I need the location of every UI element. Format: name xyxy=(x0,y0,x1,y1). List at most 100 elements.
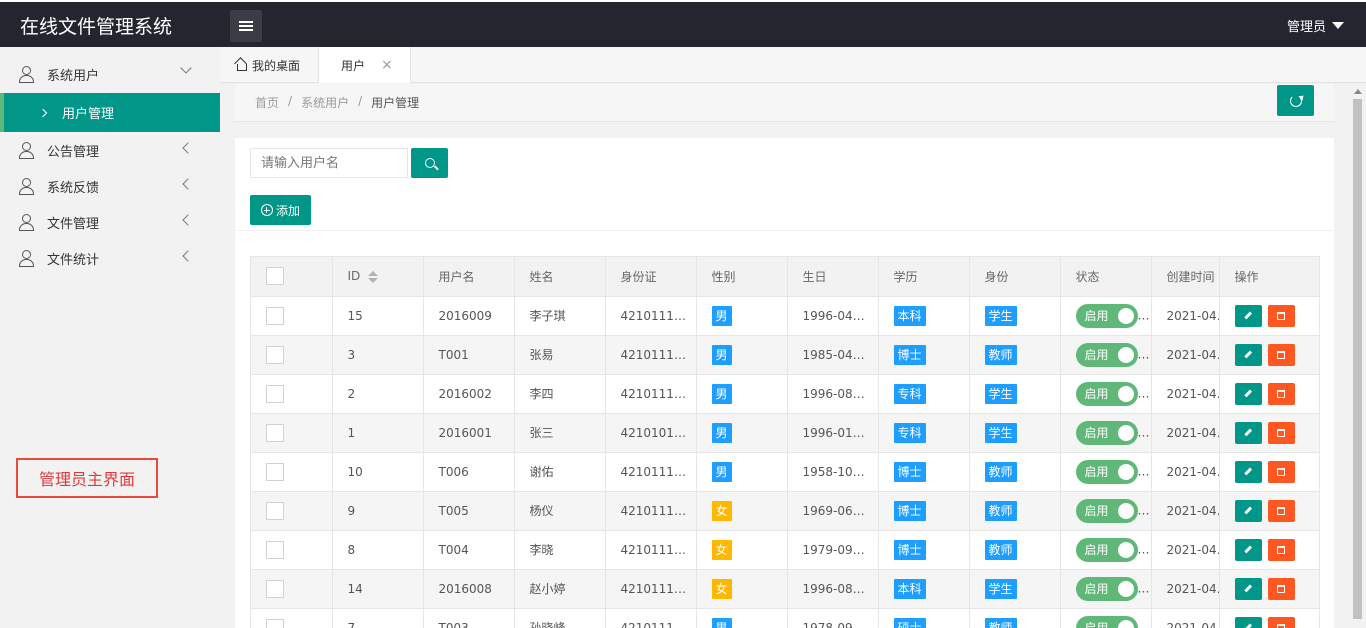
education-badge: 专科 xyxy=(893,422,926,443)
search-button[interactable] xyxy=(411,148,448,178)
column-header-id[interactable]: ID xyxy=(332,257,424,297)
status-toggle[interactable]: 启用 xyxy=(1075,576,1138,601)
sidebar-item-file-management[interactable]: 文件管理 xyxy=(0,204,220,240)
cell-username: T005 xyxy=(423,491,515,531)
sidebar-item-system-users[interactable]: 系统用户 xyxy=(0,55,220,93)
select-cell xyxy=(251,413,333,453)
close-icon[interactable]: × xyxy=(381,57,393,73)
gender-badge: 男 xyxy=(711,461,732,482)
sort-icon[interactable] xyxy=(368,270,379,283)
delete-button[interactable] xyxy=(1267,538,1295,561)
row-checkbox[interactable] xyxy=(266,501,284,520)
edit-button[interactable] xyxy=(1234,577,1262,600)
status-toggle[interactable]: 启用 xyxy=(1075,420,1138,445)
delete-button[interactable] xyxy=(1267,460,1295,483)
search-input[interactable] xyxy=(250,148,408,178)
page-scrollbar[interactable] xyxy=(1350,84,1366,628)
pencil-icon xyxy=(1244,584,1252,593)
row-checkbox[interactable] xyxy=(266,345,284,364)
table-row: 2 2016002 李四 4210111… 男 1996-08… 专科 学生 启用 … 2021-0… xyxy=(251,374,1319,414)
select-cell xyxy=(251,296,333,336)
delete-button[interactable] xyxy=(1267,616,1295,628)
role-badge: 学生 xyxy=(984,422,1017,443)
select-all-checkbox[interactable] xyxy=(266,267,284,286)
row-checkbox[interactable] xyxy=(266,579,284,598)
role-badge: 教师 xyxy=(984,461,1017,482)
chevron-right-icon xyxy=(38,108,48,117)
cell-gender: 男 xyxy=(696,374,788,414)
status-toggle[interactable]: 启用 xyxy=(1075,459,1138,484)
refresh-button[interactable] xyxy=(1277,85,1314,116)
pencil-icon xyxy=(1244,623,1252,628)
tab-label: 我的桌面 xyxy=(252,58,301,73)
menu-toggle-button[interactable] xyxy=(230,10,262,42)
edit-button[interactable] xyxy=(1234,538,1262,561)
row-checkbox[interactable] xyxy=(266,462,284,481)
breadcrumb-system-users[interactable]: 系统用户 xyxy=(301,94,349,111)
cell-actions xyxy=(1219,452,1319,492)
delete-button[interactable] xyxy=(1267,421,1295,444)
cell-idcard: 4210111… xyxy=(605,569,697,609)
breadcrumb-current: 用户管理 xyxy=(371,96,420,110)
scroll-up-arrow-icon[interactable] xyxy=(1354,89,1362,94)
select-cell xyxy=(251,569,333,609)
trash-icon xyxy=(1277,350,1285,359)
tab-my-desktop[interactable]: 我的桌面 xyxy=(235,47,300,83)
cell-actions xyxy=(1219,530,1319,570)
edit-button[interactable] xyxy=(1234,382,1262,405)
sidebar-item-label: 文件管理 xyxy=(47,216,100,232)
status-toggle[interactable]: 启用 xyxy=(1075,303,1138,328)
cell-status: 启用… xyxy=(1060,608,1152,628)
table-body: 15 2016009 李子琪 4210111… 男 1996-04… 本科 学生 启用… 2021… xyxy=(251,296,1319,628)
cell-gender: 男 xyxy=(696,452,788,492)
top-header: 在线文件管理系统 管理员 xyxy=(0,0,1366,47)
delete-button[interactable] xyxy=(1267,382,1295,405)
gender-badge: 女 xyxy=(711,500,732,521)
sidebar-item-file-stats[interactable]: 文件统计 xyxy=(0,240,220,276)
cell-username: 2016002 xyxy=(423,374,515,414)
status-toggle[interactable]: 启用 xyxy=(1075,498,1138,523)
row-checkbox[interactable] xyxy=(266,423,284,442)
delete-button[interactable] xyxy=(1267,304,1295,327)
cell-ellipsis: … xyxy=(1137,386,1150,400)
delete-button[interactable] xyxy=(1267,577,1295,600)
scrollbar-thumb[interactable] xyxy=(1353,99,1362,619)
status-toggle-label: 启用 xyxy=(1084,348,1109,362)
row-checkbox[interactable] xyxy=(266,618,284,628)
role-badge: 教师 xyxy=(984,344,1017,365)
edit-button[interactable] xyxy=(1234,616,1262,628)
cell-role: 学生 xyxy=(969,296,1061,336)
edit-button[interactable] xyxy=(1234,343,1262,366)
tab-user[interactable]: 用户 × xyxy=(318,47,411,83)
table-row: 14 2016008 赵小婷 4210111… 女 1996-08… 本科 学生 启用 … 2021… xyxy=(251,569,1319,609)
sidebar-item-announcements[interactable]: 公告管理 xyxy=(0,132,220,168)
edit-button[interactable] xyxy=(1234,460,1262,483)
breadcrumb-home[interactable]: 首页 xyxy=(255,94,279,111)
row-checkbox[interactable] xyxy=(266,384,284,403)
cell-username: T001 xyxy=(423,335,515,375)
edit-button[interactable] xyxy=(1234,499,1262,522)
add-button[interactable]: 添加 xyxy=(250,195,311,225)
status-toggle[interactable]: 启用 xyxy=(1075,381,1138,406)
delete-button[interactable] xyxy=(1267,343,1295,366)
cell-idcard: 4210111… xyxy=(605,296,697,336)
cell-role: 学生 xyxy=(969,569,1061,609)
user-menu[interactable]: 管理员 xyxy=(1287,16,1344,35)
education-badge: 博士 xyxy=(893,344,926,365)
edit-button[interactable] xyxy=(1234,304,1262,327)
row-checkbox[interactable] xyxy=(266,306,284,325)
cell-created: 2021-04… xyxy=(1151,413,1220,453)
select-cell xyxy=(251,608,333,628)
edit-button[interactable] xyxy=(1234,421,1262,444)
status-toggle[interactable]: 启用 xyxy=(1075,342,1138,367)
status-toggle[interactable]: 启用 xyxy=(1075,615,1138,628)
cell-ellipsis: … xyxy=(1137,503,1150,517)
status-toggle[interactable]: 启用 xyxy=(1075,537,1138,562)
sidebar-item-feedback[interactable]: 系统反馈 xyxy=(0,168,220,204)
cell-birthday: 1958-10… xyxy=(787,452,879,492)
row-checkbox[interactable] xyxy=(266,540,284,559)
delete-button[interactable] xyxy=(1267,499,1295,522)
refresh-icon xyxy=(1289,94,1302,107)
cell-idcard: 4210111… xyxy=(605,374,697,414)
sidebar-subitem-user-management[interactable]: 用户管理 xyxy=(0,93,220,132)
